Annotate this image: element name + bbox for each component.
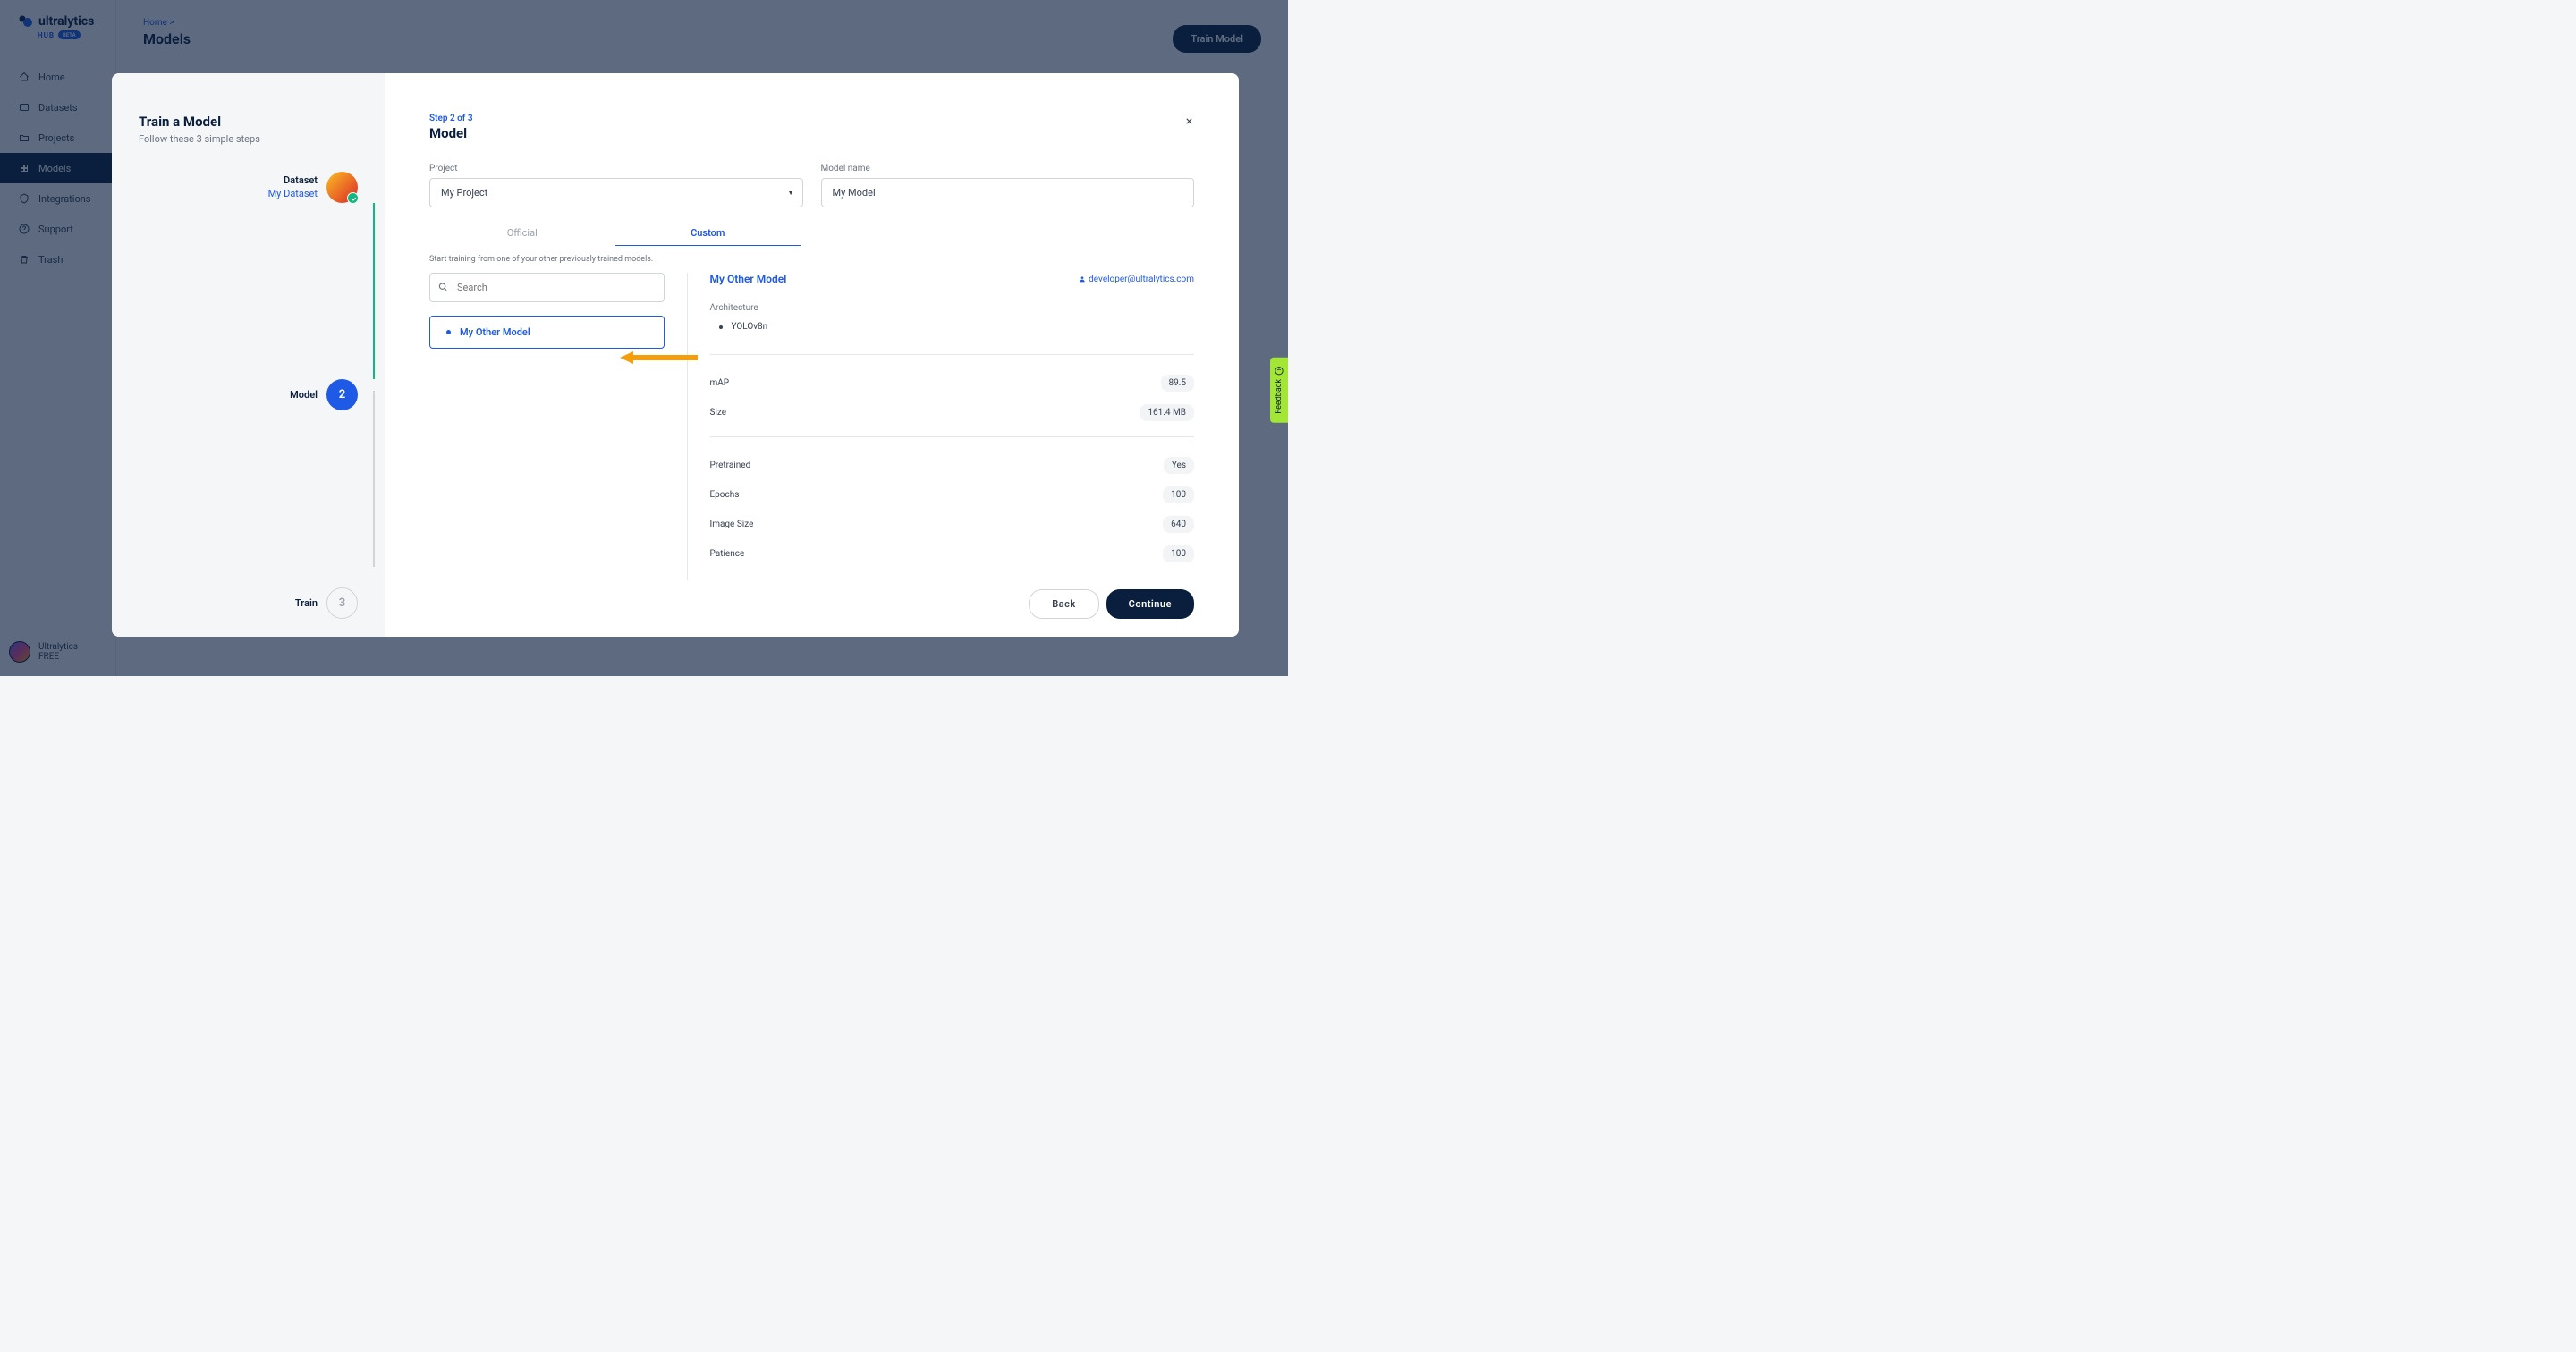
metric-label: Size [710, 408, 727, 418]
content-columns: My Other Model My Other Model developer@… [429, 273, 1194, 580]
helper-text: Start training from one of your other pr… [429, 255, 1194, 264]
wizard-title: Train a Model [139, 114, 358, 130]
metric-row: Size 161.4 MB [710, 398, 1195, 427]
param-label: Image Size [710, 520, 754, 529]
metric-value: 89.5 [1161, 375, 1195, 392]
tabs: Official Custom [429, 221, 801, 246]
model-name-group: Model name [821, 164, 1195, 207]
step-indicator-text: Step 2 of 3 [429, 114, 1194, 123]
check-icon [351, 196, 357, 202]
model-details-column: My Other Model developer@ultralytics.com… [687, 273, 1195, 580]
smile-icon [1275, 367, 1284, 376]
step-line-1 [373, 203, 375, 380]
form-row: Project My Project ▼ Model name [429, 164, 1194, 207]
param-value: 100 [1163, 545, 1194, 562]
model-name-label: Model name [821, 164, 1195, 173]
model-list-item[interactable]: My Other Model [429, 316, 665, 349]
arch-value: YOLOv8n [732, 322, 768, 332]
project-group: Project My Project ▼ [429, 164, 803, 207]
wizard-sidebar: Train a Model Follow these 3 simple step… [112, 73, 385, 637]
detail-owner: developer@ultralytics.com [1079, 275, 1194, 284]
param-row: Pretrained Yes [710, 451, 1195, 480]
param-row: Epochs 100 [710, 480, 1195, 510]
param-row: Patience 100 [710, 539, 1195, 569]
wizard-subtitle: Follow these 3 simple steps [139, 133, 358, 145]
model-list-column: My Other Model [429, 273, 665, 580]
arrow-head-icon [620, 351, 633, 364]
project-label: Project [429, 164, 803, 173]
metric-label: mAP [710, 378, 730, 388]
user-icon [1079, 275, 1086, 283]
bullet-icon [446, 330, 451, 334]
train-model-modal: Train a Model Follow these 3 simple step… [112, 73, 1239, 637]
arch-label: Architecture [710, 303, 1195, 313]
model-item-name: My Other Model [460, 326, 530, 338]
model-name-input[interactable] [821, 178, 1195, 207]
search-box [429, 273, 665, 302]
divider [710, 436, 1195, 437]
modal-content: Step 2 of 3 Model Project My Project ▼ M… [385, 73, 1239, 637]
search-input[interactable] [429, 273, 665, 302]
step-dataset[interactable]: Dataset My Dataset [139, 172, 358, 203]
tab-custom[interactable]: Custom [615, 221, 801, 246]
param-value: 100 [1163, 486, 1194, 503]
arch-item: YOLOv8n [719, 322, 1195, 332]
step-label: Model [290, 389, 318, 401]
project-select[interactable]: My Project [429, 178, 803, 207]
param-label: Pretrained [710, 461, 751, 470]
tab-official[interactable]: Official [429, 221, 615, 246]
step-circle-pending: 3 [326, 587, 358, 619]
step-circle-done [326, 172, 358, 203]
detail-title: My Other Model [710, 273, 787, 285]
param-row: Image Size 640 [710, 510, 1195, 539]
param-label: Patience [710, 549, 745, 559]
arrow-annotation [620, 351, 699, 364]
search-icon [438, 282, 448, 293]
divider [710, 354, 1195, 355]
back-button[interactable]: Back [1029, 589, 1098, 619]
step-circle-active: 2 [326, 379, 358, 410]
step-line-2 [373, 391, 375, 568]
step-label: Train [295, 597, 318, 609]
step-label: Dataset [268, 174, 318, 186]
metric-value: 161.4 MB [1140, 404, 1194, 421]
owner-email: developer@ultralytics.com [1089, 275, 1194, 284]
arrow-line [633, 355, 699, 360]
step-indicator: Dataset My Dataset Model 2 Train 3 [139, 172, 358, 619]
step-model[interactable]: Model 2 [139, 379, 358, 410]
close-icon [1184, 116, 1194, 126]
param-value: Yes [1164, 457, 1194, 474]
step-train[interactable]: Train 3 [139, 587, 358, 619]
feedback-label: Feedback [1275, 379, 1284, 414]
param-label: Epochs [710, 490, 740, 500]
metric-row: mAP 89.5 [710, 368, 1195, 398]
feedback-tab[interactable]: Feedback [1270, 358, 1288, 423]
detail-header: My Other Model developer@ultralytics.com [710, 273, 1195, 285]
modal-footer: Back Continue [429, 580, 1194, 619]
bullet-icon [719, 325, 723, 329]
section-title: Model [429, 125, 1194, 141]
step-sublabel: My Dataset [268, 188, 318, 199]
param-value: 640 [1163, 516, 1194, 533]
close-button[interactable] [1184, 115, 1194, 130]
continue-button[interactable]: Continue [1106, 589, 1194, 619]
